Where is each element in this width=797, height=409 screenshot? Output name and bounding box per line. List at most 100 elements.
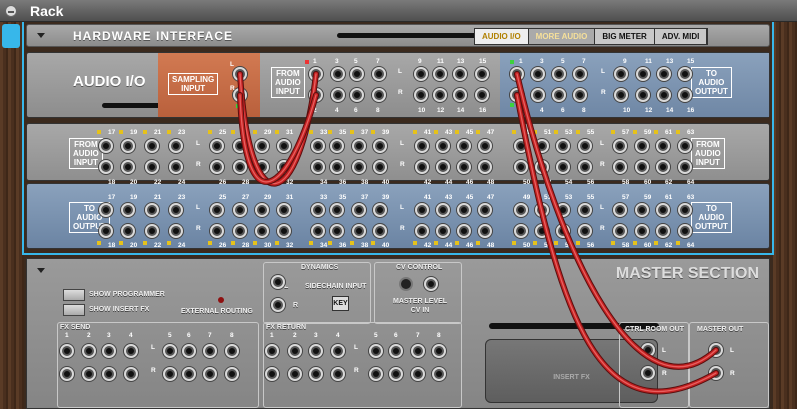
more-output-jack[interactable] <box>435 202 451 218</box>
more-output-jack[interactable] <box>414 202 430 218</box>
more-input-jack[interactable] <box>435 159 451 175</box>
more-output-jack[interactable] <box>254 202 270 218</box>
more-output-jack[interactable] <box>555 202 571 218</box>
more-output-jack[interactable] <box>534 202 550 218</box>
fx-return-jack[interactable] <box>368 366 384 382</box>
audio-input-jack[interactable] <box>371 66 387 82</box>
sampling-input-jack-r[interactable] <box>232 87 248 103</box>
more-input-jack[interactable] <box>120 138 136 154</box>
more-output-jack[interactable] <box>577 202 593 218</box>
fx-return-jack[interactable] <box>388 366 404 382</box>
more-output-jack[interactable] <box>168 223 184 239</box>
audio-output-jack[interactable] <box>551 66 567 82</box>
more-input-jack[interactable] <box>329 159 345 175</box>
audio-input-jack[interactable] <box>413 66 429 82</box>
fx-send-jack[interactable] <box>181 366 197 382</box>
more-input-jack[interactable] <box>254 138 270 154</box>
fx-send-jack[interactable] <box>202 343 218 359</box>
more-input-jack[interactable] <box>634 159 650 175</box>
fx-send-jack[interactable] <box>123 343 139 359</box>
more-input-jack[interactable] <box>612 138 628 154</box>
fx-return-jack[interactable] <box>308 366 324 382</box>
fx-return-jack[interactable] <box>264 366 280 382</box>
more-output-jack[interactable] <box>98 202 114 218</box>
more-output-jack[interactable] <box>276 223 292 239</box>
more-output-jack[interactable] <box>513 202 529 218</box>
more-output-jack[interactable] <box>577 223 593 239</box>
more-output-jack[interactable] <box>351 223 367 239</box>
fx-return-jack[interactable] <box>330 343 346 359</box>
more-input-jack[interactable] <box>534 159 550 175</box>
more-input-jack[interactable] <box>120 159 136 175</box>
fx-send-jack[interactable] <box>162 366 178 382</box>
audio-output-jack[interactable] <box>572 66 588 82</box>
more-input-jack[interactable] <box>677 159 693 175</box>
more-input-jack[interactable] <box>310 138 326 154</box>
more-input-jack[interactable] <box>513 159 529 175</box>
more-output-jack[interactable] <box>310 202 326 218</box>
more-input-jack[interactable] <box>144 159 160 175</box>
more-output-jack[interactable] <box>513 223 529 239</box>
fx-send-jack[interactable] <box>123 366 139 382</box>
more-input-jack[interactable] <box>655 138 671 154</box>
sidechain-jack-l[interactable] <box>270 274 286 290</box>
more-output-jack[interactable] <box>351 202 367 218</box>
fx-return-jack[interactable] <box>330 366 346 382</box>
more-input-jack[interactable] <box>534 138 550 154</box>
more-output-jack[interactable] <box>612 223 628 239</box>
fx-send-jack[interactable] <box>81 366 97 382</box>
more-input-jack[interactable] <box>456 159 472 175</box>
more-input-jack[interactable] <box>372 159 388 175</box>
more-input-jack[interactable] <box>477 159 493 175</box>
audio-input-jack[interactable] <box>308 66 324 82</box>
more-input-jack[interactable] <box>435 138 451 154</box>
fx-send-jack[interactable] <box>224 366 240 382</box>
master-out-jack-l[interactable] <box>708 342 724 358</box>
fx-return-jack[interactable] <box>388 343 404 359</box>
fx-send-jack[interactable] <box>224 343 240 359</box>
audio-output-jack[interactable] <box>635 66 651 82</box>
more-output-jack[interactable] <box>98 223 114 239</box>
more-output-jack[interactable] <box>612 202 628 218</box>
fx-send-jack[interactable] <box>181 343 197 359</box>
audio-input-jack[interactable] <box>432 66 448 82</box>
audio-output-jack[interactable] <box>509 87 525 103</box>
more-input-jack[interactable] <box>477 138 493 154</box>
more-input-jack[interactable] <box>577 159 593 175</box>
more-output-jack[interactable] <box>414 223 430 239</box>
more-output-jack[interactable] <box>310 223 326 239</box>
more-input-jack[interactable] <box>677 138 693 154</box>
audio-input-jack[interactable] <box>452 66 468 82</box>
more-input-jack[interactable] <box>168 159 184 175</box>
more-input-jack[interactable] <box>276 159 292 175</box>
fx-return-jack[interactable] <box>287 366 303 382</box>
fx-send-jack[interactable] <box>202 366 218 382</box>
more-input-jack[interactable] <box>98 138 114 154</box>
more-output-jack[interactable] <box>168 202 184 218</box>
more-output-jack[interactable] <box>534 223 550 239</box>
fx-send-jack[interactable] <box>162 343 178 359</box>
fx-return-jack[interactable] <box>431 366 447 382</box>
more-input-jack[interactable] <box>372 138 388 154</box>
more-input-jack[interactable] <box>209 138 225 154</box>
more-input-jack[interactable] <box>414 159 430 175</box>
more-output-jack[interactable] <box>655 223 671 239</box>
more-input-jack[interactable] <box>577 138 593 154</box>
audio-input-jack[interactable] <box>474 87 490 103</box>
more-input-jack[interactable] <box>351 138 367 154</box>
more-output-jack[interactable] <box>435 223 451 239</box>
audio-input-jack[interactable] <box>330 87 346 103</box>
audio-input-jack[interactable] <box>330 66 346 82</box>
audio-input-jack[interactable] <box>371 87 387 103</box>
more-output-jack[interactable] <box>655 202 671 218</box>
more-input-jack[interactable] <box>168 138 184 154</box>
more-output-jack[interactable] <box>144 202 160 218</box>
more-input-jack[interactable] <box>310 159 326 175</box>
audio-output-jack[interactable] <box>656 87 672 103</box>
fx-return-jack[interactable] <box>287 343 303 359</box>
more-output-jack[interactable] <box>329 223 345 239</box>
audio-output-jack[interactable] <box>635 87 651 103</box>
more-input-jack[interactable] <box>456 138 472 154</box>
audio-input-jack[interactable] <box>308 87 324 103</box>
audio-input-jack[interactable] <box>349 66 365 82</box>
